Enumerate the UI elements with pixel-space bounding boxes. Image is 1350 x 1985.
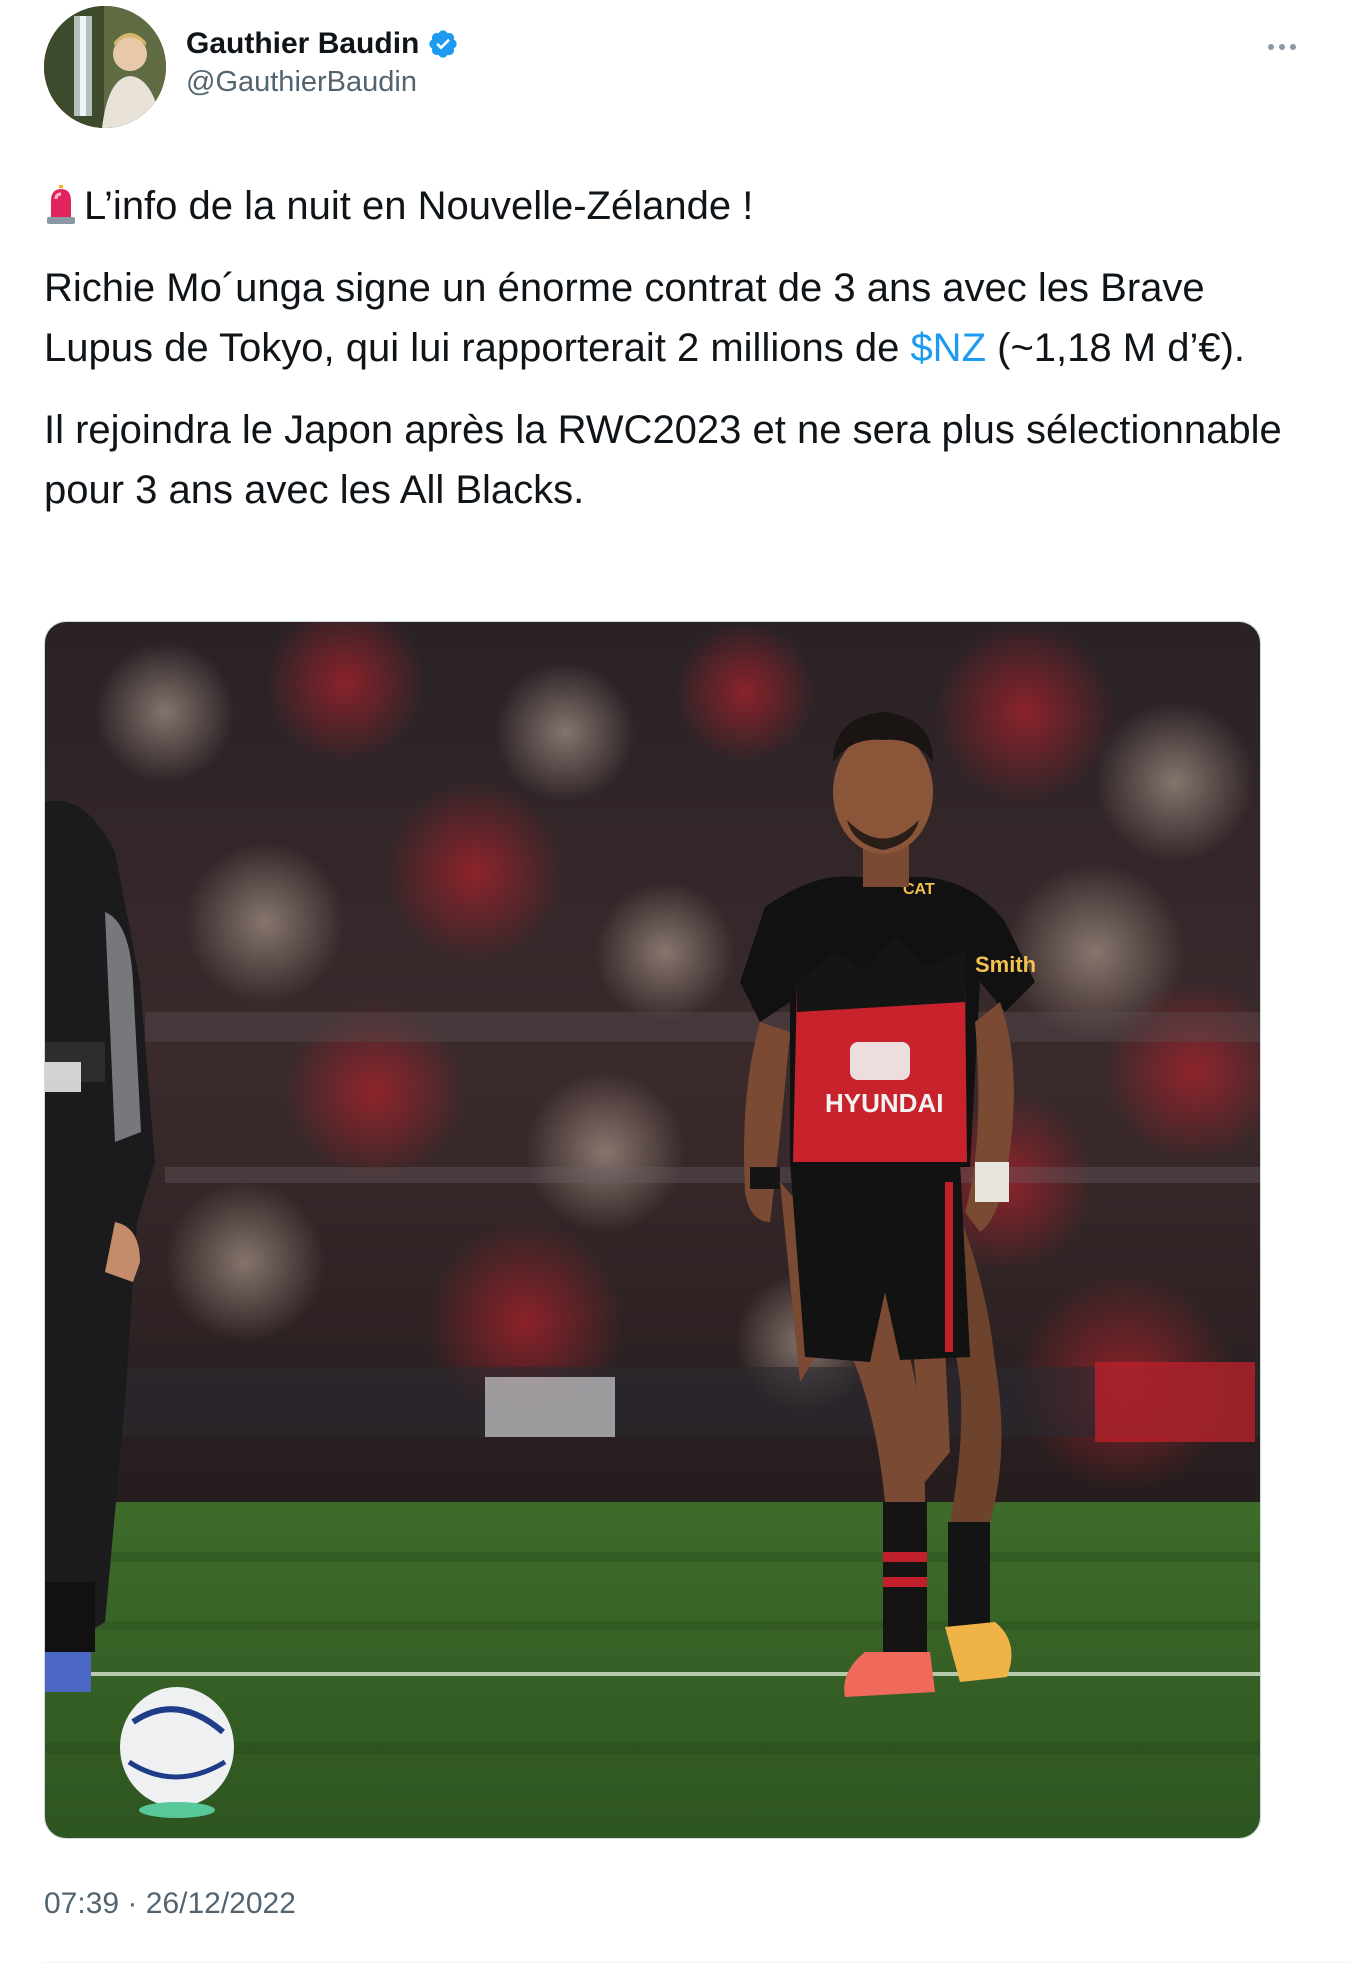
display-name-row: Gauthier Baudin (186, 24, 459, 64)
tweet-line-1: L’info de la nuit en Nouvelle-Zélande ! (84, 184, 754, 228)
user-block: Gauthier Baudin @GauthierBaudin (186, 24, 459, 99)
tweet-date[interactable]: 26/12/2022 (146, 1887, 296, 1920)
tweet-text-after-link: (~1,18 M d’€). (986, 326, 1246, 370)
tweet-paragraph-2: Richie Mo´unga signe un énorme contrat d… (44, 258, 1284, 378)
display-name[interactable]: Gauthier Baudin (186, 27, 419, 61)
tweet-paragraph-1: L’info de la nuit en Nouvelle-Zélande ! (44, 176, 1284, 236)
timestamp-separator: · (127, 1887, 138, 1920)
tweet-paragraph-3: Il rejoindra le Japon après la RWC2023 e… (44, 408, 1282, 512)
police-light-emoji-icon (44, 182, 78, 224)
divider (44, 1962, 1350, 1963)
tweet-photo[interactable]: HYUNDAI Smith CAT (44, 621, 1261, 1839)
more-options-icon[interactable] (1258, 32, 1306, 62)
tweet-timestamp: 07:39 · 26/12/2022 (44, 1887, 296, 1921)
verified-badge-icon (427, 28, 459, 60)
jersey-sponsor-text: HYUNDAI (825, 1088, 943, 1118)
tweet-text: L’info de la nuit en Nouvelle-Zélande ! … (44, 176, 1284, 542)
tweet-time[interactable]: 07:39 (44, 1887, 119, 1920)
user-handle[interactable]: @GauthierBaudin (186, 66, 459, 99)
cashtag-link[interactable]: $NZ (910, 326, 986, 370)
avatar[interactable] (44, 6, 166, 128)
tweet-header: Gauthier Baudin @GauthierBaudin (44, 6, 1306, 128)
jersey-sponsor2-text: Smith (975, 952, 1036, 977)
